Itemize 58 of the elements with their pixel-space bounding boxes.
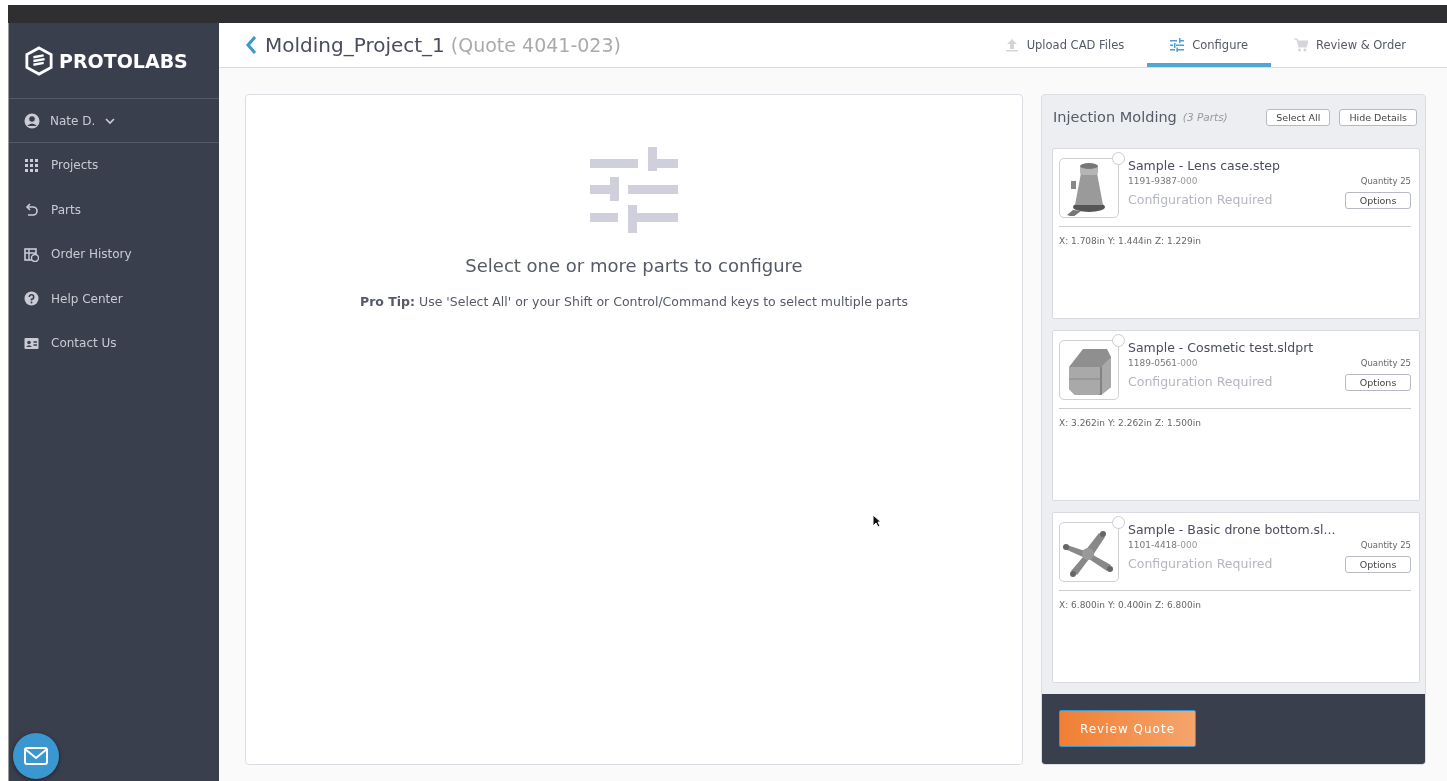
chevron-down-icon (105, 116, 116, 125)
part-number: 1191-9387-000 (1128, 176, 1198, 186)
options-button[interactable]: Options (1345, 374, 1411, 391)
user-avatar-icon (24, 112, 40, 129)
select-radio[interactable] (1112, 152, 1125, 165)
config-status: Configuration Required (1128, 556, 1273, 571)
step-tab[interactable]: Review & Order (1271, 23, 1429, 67)
step-tab[interactable]: Upload CAD Files (981, 23, 1148, 67)
select-radio[interactable] (1112, 334, 1125, 347)
config-status: Configuration Required (1128, 374, 1273, 389)
panel-button[interactable]: Select All (1266, 108, 1331, 126)
mail-button[interactable] (13, 733, 59, 779)
sidebar-item[interactable]: Projects (9, 143, 219, 188)
part-number: 1189-0561-000 (1128, 358, 1198, 368)
envelope-icon (23, 746, 49, 766)
project-title: Molding_Project_1 (265, 33, 445, 57)
quantity-label: Quantity 25 (1360, 540, 1411, 550)
sidebar-item[interactable]: Contact Us (9, 321, 219, 366)
mouse-cursor-icon (872, 514, 882, 528)
quantity-label: Quantity 25 (1360, 176, 1411, 186)
upload-arrow-icon (1004, 38, 1019, 52)
part-card[interactable]: Sample - Basic drone bottom.sl... 1101-4418-000 Quantity 25 Configuration Required Options X: 6.800in Y: 0.400in Z: 6.800in (1052, 512, 1420, 683)
user-menu[interactable]: Nate D. (9, 99, 219, 143)
step-tab[interactable]: Configure (1147, 23, 1271, 67)
sidebar-item[interactable]: Help Center (9, 276, 219, 321)
config-status: Configuration Required (1128, 192, 1273, 207)
back-chevron-icon[interactable] (245, 35, 257, 55)
sliders-icon (1170, 38, 1185, 52)
sliders-icon (590, 147, 678, 233)
part-name: Sample - Basic drone bottom.sl... (1128, 522, 1337, 537)
options-button[interactable]: Options (1345, 192, 1411, 209)
quote-number: (Quote 4041-023) (450, 34, 621, 56)
part-name: Sample - Cosmetic test.sldprt (1128, 340, 1315, 355)
empty-state-heading: Select one or more parts to configure (465, 255, 803, 276)
undo-arrow-icon (24, 202, 39, 218)
panel-title: Injection Molding (1053, 109, 1177, 125)
part-dimensions: X: 3.262in Y: 2.262in Z: 1.500in (1059, 417, 1202, 428)
hexagon-logo-icon (25, 45, 53, 76)
sidebar-item[interactable]: Parts (9, 187, 219, 232)
sidebar-item[interactable]: Order History (9, 232, 219, 277)
order-history-icon (24, 246, 39, 262)
cart-icon (1294, 38, 1308, 52)
pro-tip-text: Pro Tip: Use 'Select All' or your Shift or Control/Command keys to select multiple parts (360, 294, 908, 309)
part-card[interactable]: Sample - Lens case.step 1191-9387-000 Quantity 25 Configuration Required Options X: 1.708in Y: 1.444in Z: 1.229in (1052, 148, 1420, 319)
help-icon (24, 291, 39, 307)
panel-button[interactable]: Hide Details (1339, 108, 1417, 126)
contact-card-icon (24, 335, 39, 351)
grid-icon (24, 157, 39, 173)
part-number: 1101-4418-000 (1128, 540, 1198, 550)
brand-logo-text: PROTOLABS (59, 49, 188, 72)
part-dimensions: X: 6.800in Y: 0.400in Z: 6.800in (1059, 599, 1202, 610)
select-radio[interactable] (1112, 516, 1125, 529)
part-name: Sample - Lens case.step (1128, 158, 1281, 173)
part-dimensions: X: 1.708in Y: 1.444in Z: 1.229in (1059, 235, 1202, 246)
parts-count: (3 Parts) (1182, 111, 1228, 123)
options-button[interactable]: Options (1345, 556, 1411, 573)
part-card[interactable]: Sample - Cosmetic test.sldprt 1189-0561-000 Quantity 25 Configuration Required Options X: 3.262in Y: 2.262in Z: 1.500in (1052, 330, 1420, 501)
quantity-label: Quantity 25 (1360, 358, 1411, 368)
